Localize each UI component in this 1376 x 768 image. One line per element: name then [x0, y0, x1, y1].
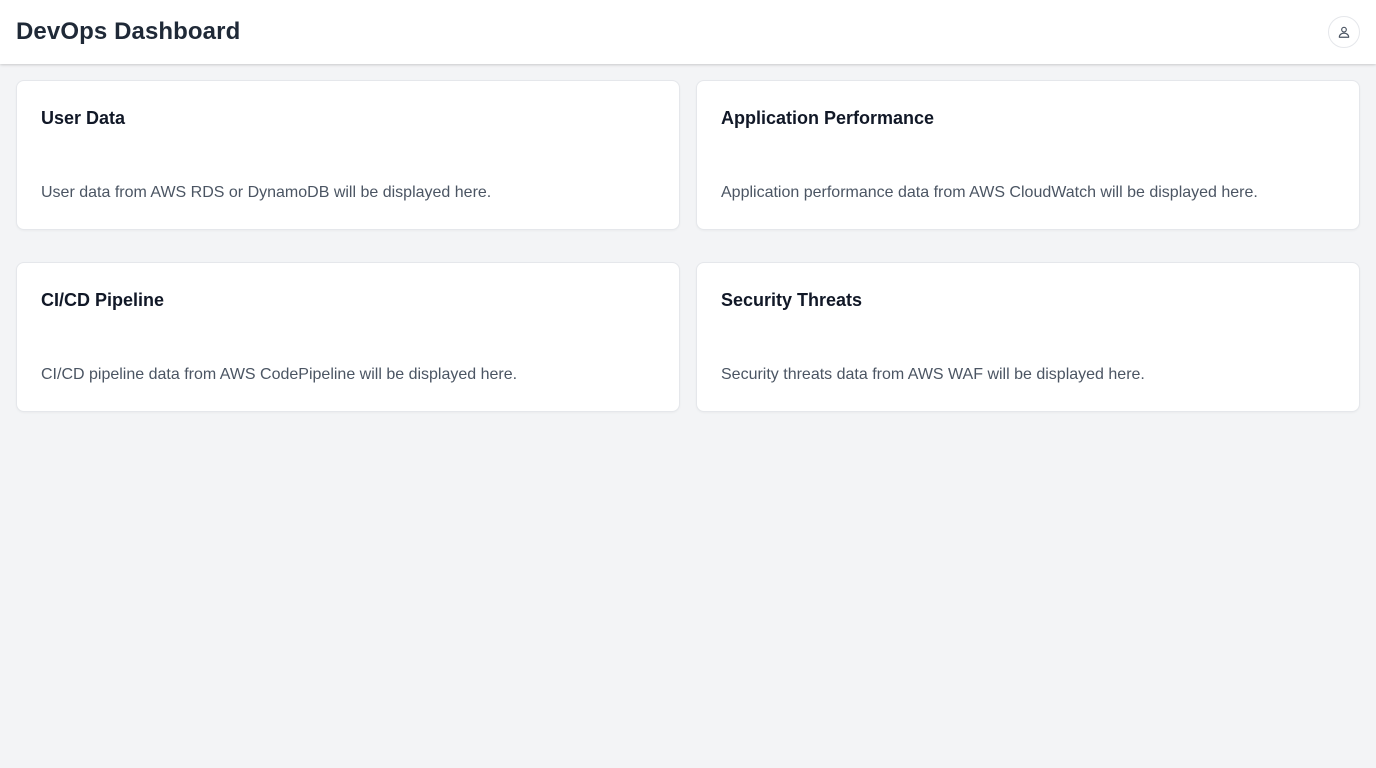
card-application-performance: Application Performance Application perf… — [696, 80, 1360, 230]
top-header: DevOps Dashboard — [0, 0, 1376, 64]
card-title: User Data — [41, 108, 126, 128]
card-user-data: User Data User data from AWS RDS or Dyna… — [16, 80, 680, 230]
card-description: User data from AWS RDS or DynamoDB will … — [41, 184, 492, 201]
card-title: CI/CD Pipeline — [41, 290, 165, 310]
dashboard-grid: User Data User data from AWS RDS or Dyna… — [16, 80, 1360, 412]
card-title: Application Performance — [721, 108, 935, 128]
card-security-threats: Security Threats Security threats data f… — [696, 262, 1360, 412]
page-title: DevOps Dashboard — [16, 18, 241, 45]
card-title: Security Threats — [721, 290, 863, 310]
card-description: Security threats data from AWS WAF will … — [721, 366, 1145, 383]
user-menu-button[interactable] — [1328, 16, 1360, 48]
card-cicd-pipeline: CI/CD Pipeline CI/CD pipeline data from … — [16, 262, 680, 412]
card-description: Application performance data from AWS Cl… — [721, 184, 1258, 201]
card-description: CI/CD pipeline data from AWS CodePipelin… — [41, 366, 518, 383]
user-icon — [1337, 25, 1351, 39]
